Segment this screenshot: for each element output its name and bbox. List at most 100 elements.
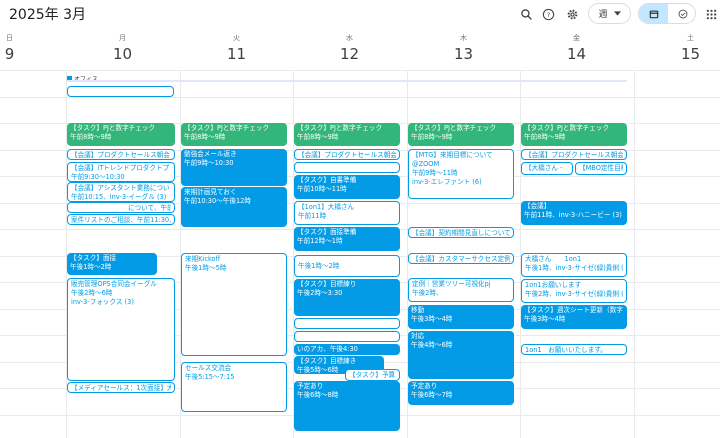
event[interactable]: 【タスク】PJと数字チェック 午前8時〜9時: [294, 123, 400, 146]
event[interactable]: 来期Kickoff 午後1時〜5時: [181, 253, 287, 356]
event-text: inv-3-エレファント (6): [412, 178, 482, 186]
event-text: 【MTG】来期目標について: [412, 151, 493, 159]
event-text: 【タスク】PJと数字チェック: [524, 124, 610, 132]
event-text: 【大橋さん -: [525, 164, 563, 172]
event[interactable]: 予定あり 午後6時〜7時: [408, 381, 514, 405]
event-text: 【タスク】週次シート更新（数字: [524, 306, 623, 314]
event[interactable]: 1on1 お願いいたします。: [521, 344, 627, 355]
event-text: 予定あり: [411, 382, 438, 390]
event-text: 来期計画見ておく: [184, 188, 237, 196]
event-text: 【会議】プロダクトセールス朝会: [71, 151, 170, 159]
event-text: 午前11時: [298, 212, 327, 220]
event[interactable]: について、午前10:45: [67, 202, 175, 213]
event[interactable]: 【タスク】PJと数字チェック 午前8時〜9時: [181, 123, 287, 146]
apps-grid-icon[interactable]: [703, 6, 719, 22]
event[interactable]: 【タスク】PJと数字チェック 午前8時〜9時: [408, 123, 514, 146]
event-text: 移動: [411, 306, 425, 314]
event[interactable]: 【タスク】面接準備 午前12時〜1時: [294, 227, 400, 251]
event-placeholder[interactable]: [67, 86, 174, 97]
event[interactable]: 1on1お願いします 午後2時、inv-3-サイゼ(緑)貴俐 (4): [521, 279, 627, 303]
event-text: 午後2時、: [412, 289, 443, 297]
event[interactable]: 【メディアセールス：1次面接】大: [67, 382, 175, 393]
day-of-week: 月: [119, 34, 126, 42]
view-selector-button[interactable]: 週: [588, 3, 631, 24]
event[interactable]: 【会議】契約期間見直しについてご相: [408, 227, 514, 238]
search-icon[interactable]: [518, 6, 534, 22]
event-text: 午後2時、inv-3-サイゼ(緑)貴俐 (4): [525, 290, 623, 298]
day-number: 10: [112, 45, 133, 63]
day-header-sat[interactable]: 土 15: [634, 33, 720, 63]
event[interactable]: 【会議】カスタマーサクセス定例: [408, 253, 514, 264]
event[interactable]: セールス交流会 午後5:15〜7:15: [181, 362, 287, 412]
event-text: 午後2時〜6時: [71, 289, 113, 297]
event[interactable]: 対応 午後4時〜6時: [408, 331, 514, 379]
event-text: 勉強会メール返き: [184, 150, 237, 158]
day-header-mon[interactable]: 月 10: [66, 33, 179, 63]
event[interactable]: 【タスク】PJと数字チェック 午前8時〜9時: [521, 123, 627, 146]
event[interactable]: 来期計画見ておく 午前10:30〜午後12時: [181, 187, 287, 227]
event-placeholder[interactable]: [294, 318, 400, 329]
svg-text:?: ?: [546, 10, 549, 18]
calendar-view-button[interactable]: [639, 4, 668, 23]
event-text: 【タスク】面接準備: [297, 228, 357, 236]
event[interactable]: 販売管理OPS合同会イーグル 午後2時〜6時 inv-3-フォックス (3): [67, 278, 175, 381]
day-header-thu[interactable]: 木 13: [407, 33, 520, 63]
event[interactable]: 【タスク】面接 午後1時〜2時: [67, 253, 157, 275]
event[interactable]: 【タスク】週次シート更新（数字 午後3時〜4時: [521, 305, 627, 329]
event[interactable]: 【会議】 午前11時、inv-3-ハニービー (3): [521, 201, 627, 225]
event[interactable]: 移動 午後3時〜4時: [408, 305, 514, 329]
event[interactable]: 【MBO定性目標: [575, 162, 627, 175]
event[interactable]: 【会議】プロダクトセールス朝会: [294, 149, 400, 160]
day-header-tue[interactable]: 火 11: [180, 33, 293, 63]
day-header-fri[interactable]: 金 14: [520, 33, 633, 63]
event[interactable]: 予定あり 午後6時〜8時: [294, 381, 400, 431]
event-text: 【タスク】面接: [70, 254, 117, 262]
event[interactable]: 【会議】iTトレンドプロダクトプ 午前9:30〜10:30: [67, 162, 175, 182]
event-text: 【タスク】自書準備: [297, 176, 357, 184]
event-text: 定例｜営業ツリー可視化pj: [412, 280, 491, 288]
event[interactable]: 午後1時〜2時: [294, 255, 400, 277]
event[interactable]: 定例｜営業ツリー可視化pj 午後2時、: [408, 278, 514, 302]
gear-icon[interactable]: [564, 6, 580, 22]
event[interactable]: 【タスク】目標練り 午後2時〜3:30: [294, 279, 400, 316]
event-text: 【タスク】PJと数字チェック: [184, 124, 270, 132]
event[interactable]: 案件リストのご相談、午前11:30、i: [67, 214, 175, 225]
day-header-sun[interactable]: 日 9: [0, 33, 66, 63]
event-text: 午後3時〜4時: [524, 315, 566, 323]
event-text: 午前9時〜11時: [412, 169, 458, 177]
event-text: 午後6時〜7時: [411, 391, 453, 399]
event-placeholder[interactable]: [294, 162, 400, 173]
day-header-wed[interactable]: 水 12: [293, 33, 406, 63]
event[interactable]: 【MTG】来期目標について @ZOOM 午前9時〜11時 inv-3-エレファント (…: [408, 149, 514, 199]
event-text: 午前10時〜11時: [297, 185, 347, 193]
event-text: 午後1時〜2時: [298, 262, 340, 270]
event-text: 【メディアセールス：1次面接】大: [71, 384, 171, 392]
event-text: 1on1 お願いいたします。: [525, 346, 607, 354]
event[interactable]: 勉強会メール返き 午前9時〜10:30: [181, 149, 287, 186]
event[interactable]: 【会議】プロダクトセールス朝会: [521, 149, 627, 160]
event[interactable]: 大橋さん 1on1 午後1時、inv-3-サイゼ(緑)貴俐 (4): [521, 253, 627, 277]
event-text: 【タスク】PJと数字チェック: [70, 124, 156, 132]
event-placeholder[interactable]: [294, 331, 400, 342]
event-text: について、午前10:45: [128, 204, 171, 212]
event[interactable]: 【タスク】PJと数字チェック 午前8時〜9時: [67, 123, 175, 146]
tasks-view-button[interactable]: [668, 4, 695, 23]
event-text: セールス交流会: [185, 364, 232, 372]
event-text: 【会議】: [524, 202, 551, 210]
event[interactable]: 【会議】プロダクトセールス朝会: [67, 149, 175, 160]
event[interactable]: 【タスク】自書準備 午前10時〜11時: [294, 175, 400, 199]
event-text: 【1on1】大橋さん: [298, 203, 355, 211]
event-text: 午前11時、inv-3-ハニービー (3): [524, 211, 622, 219]
event[interactable]: 【大橋さん -: [521, 162, 573, 175]
event[interactable]: いのアカ、午後4:30: [294, 344, 400, 355]
calendar-icon: [649, 4, 659, 23]
event-text: 【MBO定性目標: [579, 164, 623, 172]
event-text: 午前9:30〜10:30: [71, 173, 125, 181]
help-icon[interactable]: ?: [540, 6, 556, 22]
event[interactable]: 【タスク】予算: [345, 369, 400, 381]
event-text: 午前9時〜10:30: [184, 159, 234, 167]
event[interactable]: 【1on1】大橋さん 午前11時: [294, 201, 400, 225]
event[interactable]: 【会議】アシスタント業務につい 午前10:15、inv-3-イーグル (3): [67, 182, 175, 202]
event-text: いのアカ、午後4:30: [297, 345, 358, 353]
grid-col-line: [634, 70, 635, 438]
